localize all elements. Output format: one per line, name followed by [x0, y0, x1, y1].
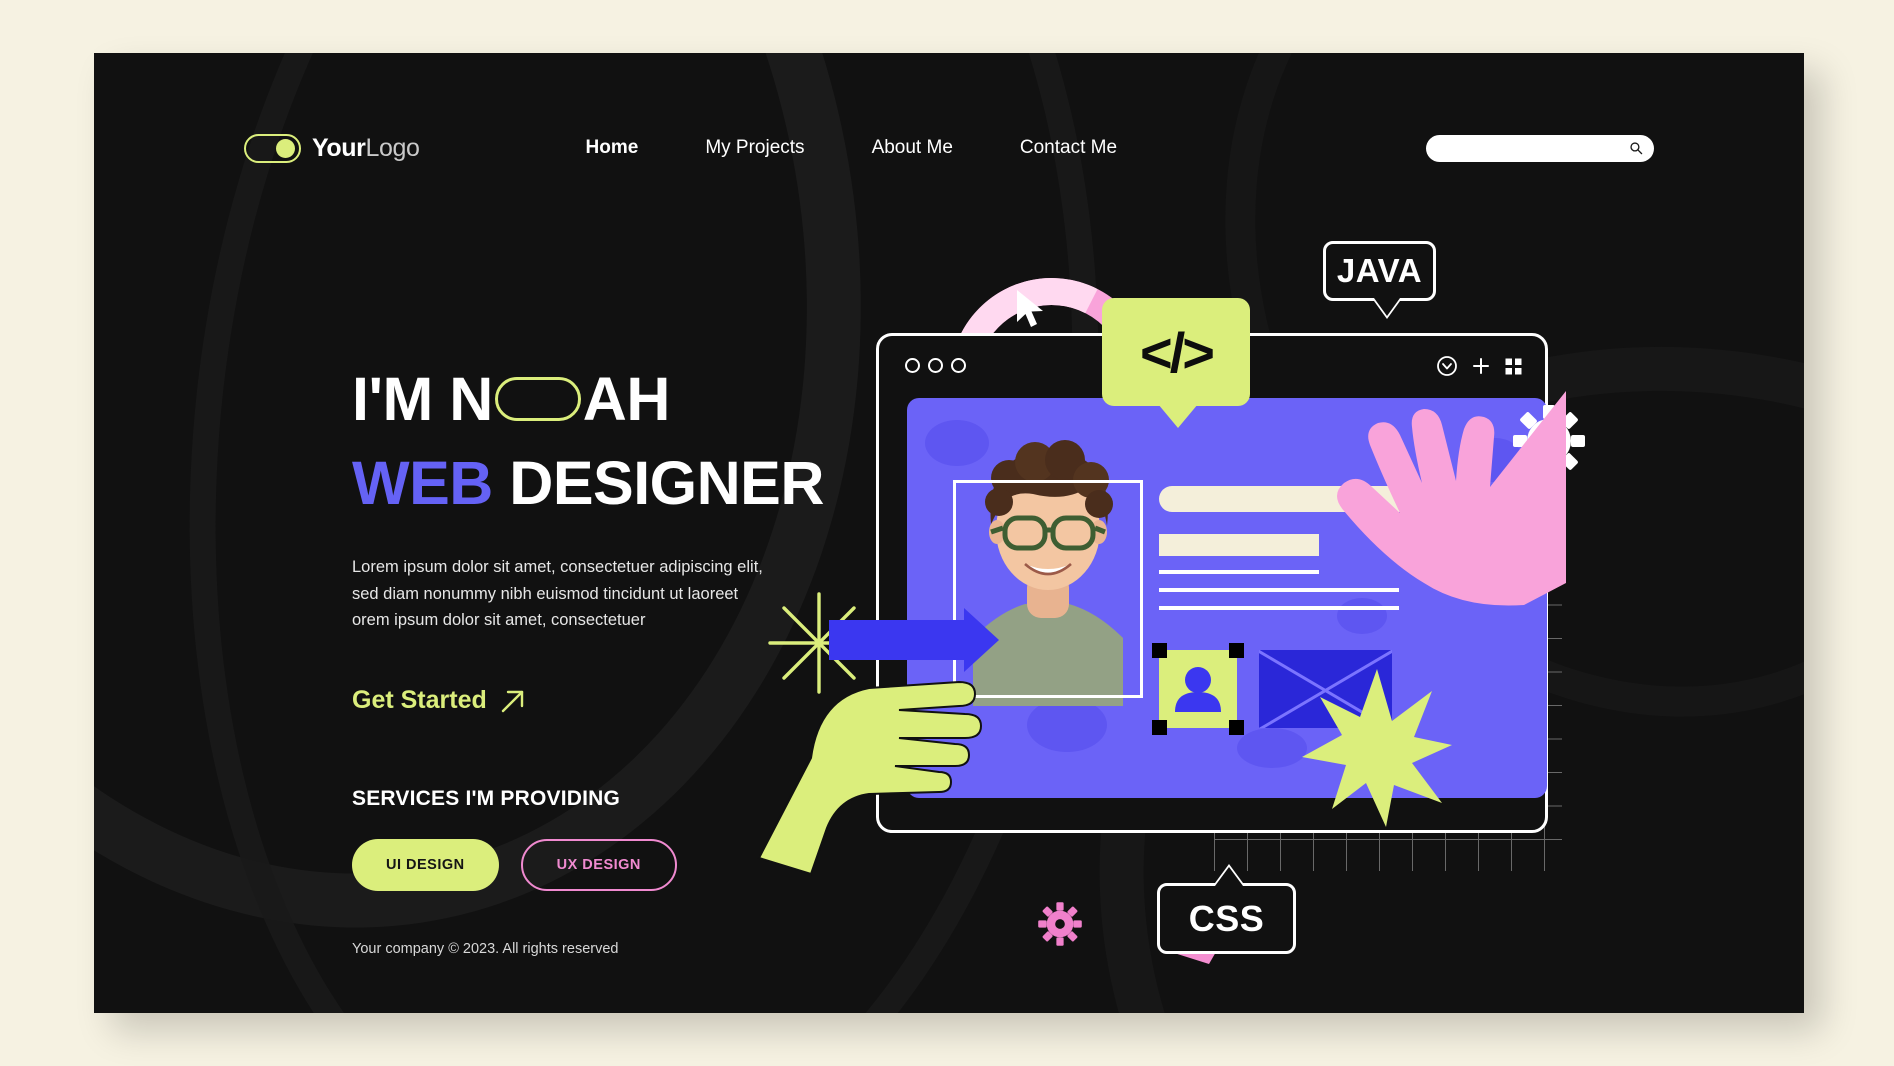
chip-ux-design[interactable]: UX DESIGN — [520, 839, 677, 892]
avatar-person-glyph — [1175, 667, 1221, 712]
chevron-down-circle-icon[interactable] — [1436, 355, 1458, 377]
user-avatar-icon[interactable] — [1152, 643, 1244, 735]
panel-texture-blob — [1237, 728, 1307, 768]
window-dots-icon[interactable] — [905, 358, 966, 373]
paragraph-line: sed diam nonummy nibh euismod tincidunt … — [352, 584, 739, 603]
nav-item-contact-me[interactable]: Contact Me — [1020, 129, 1117, 167]
page-root: YourLogo Home My Projects About Me Conta… — [0, 0, 1894, 1066]
logo[interactable]: YourLogo — [244, 133, 420, 163]
search-icon[interactable] — [1629, 141, 1643, 155]
hero-paragraph: Lorem ipsum dolor sit amet, consectetuer… — [352, 554, 912, 635]
nav-item-about-me[interactable]: About Me — [872, 129, 953, 167]
window-action-icons — [1436, 355, 1523, 377]
pink-gear-icon — [1038, 902, 1082, 946]
toggle-knob — [276, 138, 295, 158]
nav-item-my-projects[interactable]: My Projects — [705, 129, 804, 167]
headline-line-2: WEB DESIGNER — [352, 449, 912, 517]
chip-ui-design[interactable]: UI DESIGN — [352, 839, 499, 892]
headline-part-after: AH — [582, 365, 671, 433]
paragraph-line: Lorem ipsum dolor sit amet, consectetuer… — [352, 557, 763, 576]
arrow-up-right-icon — [501, 690, 523, 712]
selection-handle[interactable] — [1152, 643, 1167, 658]
logo-bold: Your — [312, 133, 366, 162]
nav-item-home[interactable]: Home — [586, 129, 639, 167]
headline-highlight: WEB — [352, 449, 493, 518]
headline-rest: DESIGNER — [509, 449, 824, 518]
headline-line-1: I'M N AH — [352, 365, 912, 433]
toggle-switch-icon — [244, 133, 301, 163]
services-title: SERVICES I'M PROVIDING — [352, 787, 621, 811]
panel-texture-blob — [1027, 698, 1107, 752]
get-started-button[interactable]: Get Started — [352, 686, 527, 715]
hero-card: YourLogo Home My Projects About Me Conta… — [94, 53, 1804, 1013]
top-navigation-bar: YourLogo Home My Projects About Me Conta… — [94, 53, 1804, 243]
selection-handle[interactable] — [1229, 643, 1244, 658]
headline-part-before: I'M N — [352, 365, 493, 433]
selection-handle[interactable] — [1229, 720, 1244, 735]
copyright-text: Your company © 2023. All rights reserved — [352, 941, 619, 958]
logo-text: YourLogo — [312, 134, 420, 163]
code-bubble: </> — [1102, 298, 1250, 428]
selection-handle[interactable] — [1152, 720, 1167, 735]
hero-illustration: </> JAVA CSS — [757, 203, 1774, 1013]
hero-content: I'M N AH WEB DESIGNER Lorem ipsum dolor … — [352, 365, 912, 957]
lime-star-burst-8-icon — [1302, 669, 1452, 827]
services-chip-group: UI DESIGN UX DESIGN — [352, 839, 912, 892]
pink-pointing-hand — [1337, 391, 1566, 606]
plus-icon[interactable] — [1471, 356, 1491, 376]
search-input[interactable] — [1440, 140, 1629, 156]
get-started-label: Get Started — [352, 686, 487, 715]
lime-pill-outline-icon — [494, 377, 581, 422]
nav-menu: Home My Projects About Me Contact Me — [586, 129, 1185, 167]
mouse-cursor-icon — [1017, 290, 1043, 327]
search-bar[interactable] — [1426, 134, 1654, 162]
grid-icon[interactable] — [1504, 357, 1523, 376]
java-badge: JAVA — [1323, 241, 1436, 301]
paragraph-line: orem ipsum dolor sit amet, consectetuer — [352, 611, 646, 630]
logo-light: Logo — [365, 133, 420, 162]
css-badge: CSS — [1157, 883, 1296, 954]
